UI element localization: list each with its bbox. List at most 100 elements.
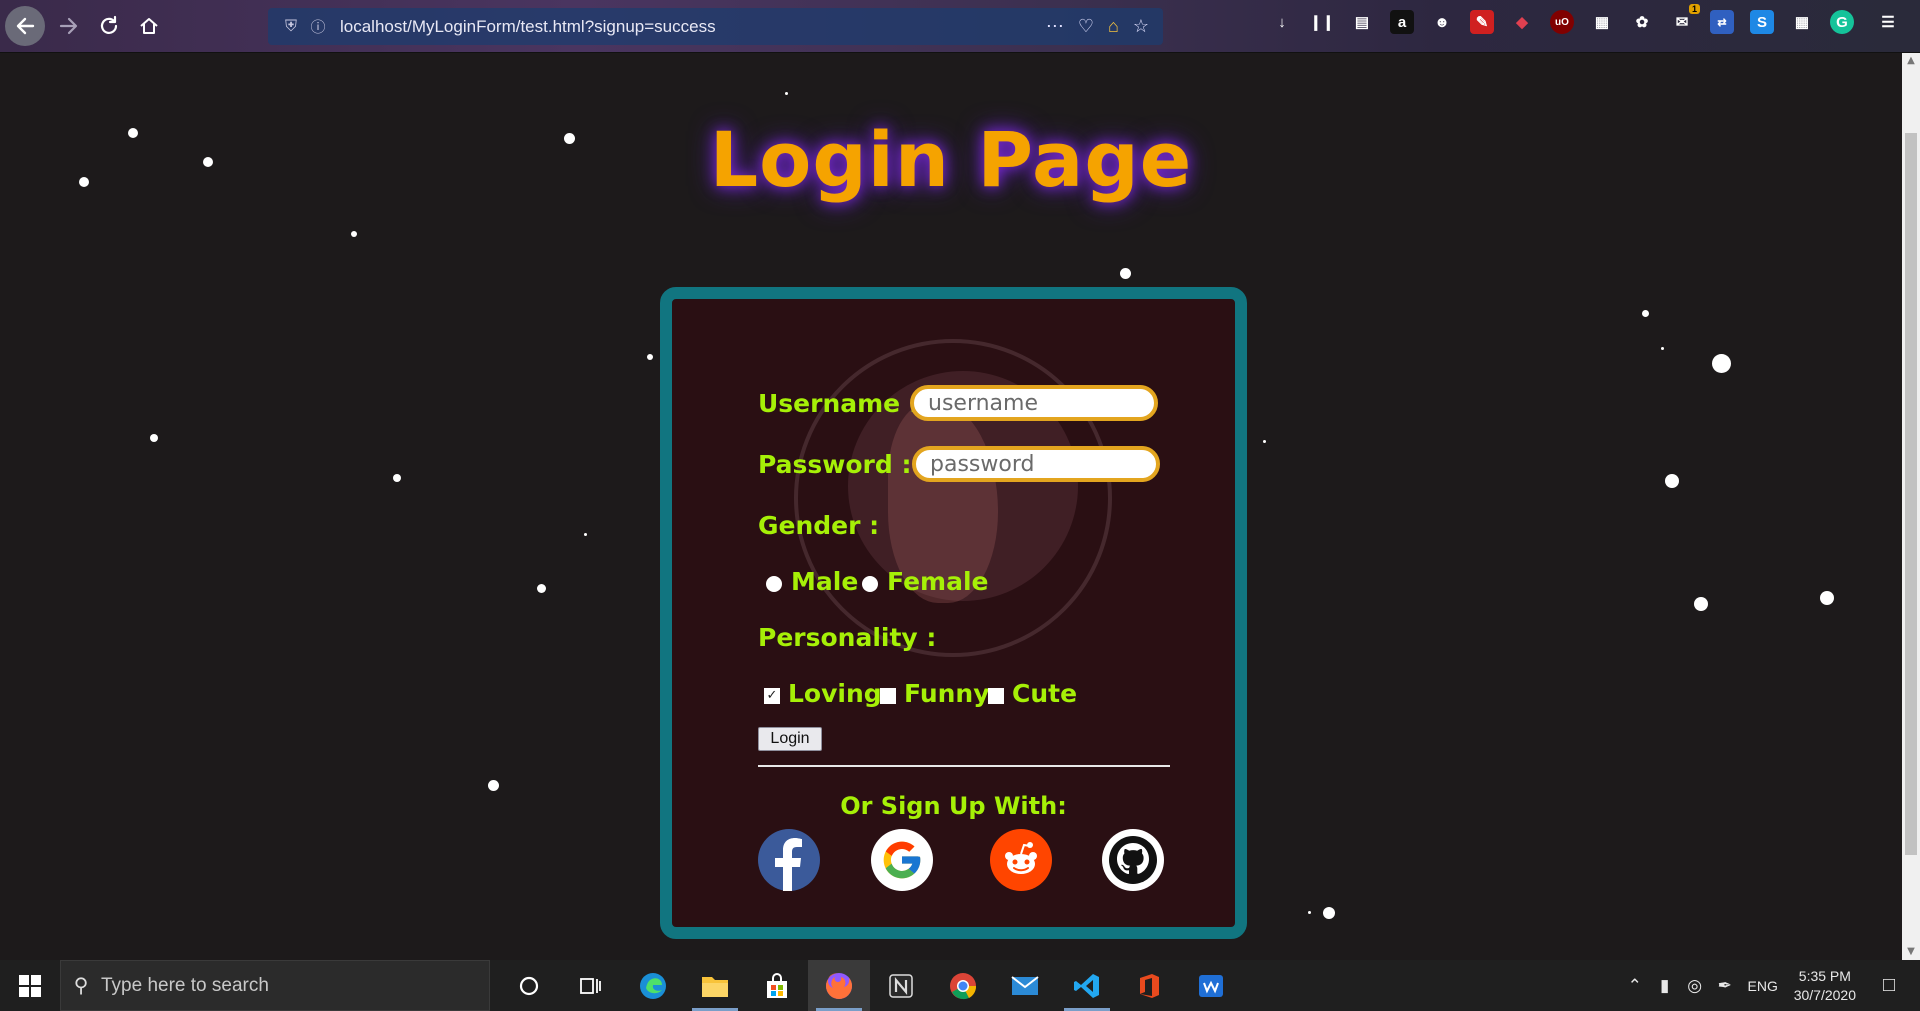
show-hidden-icons-icon[interactable]: ⌃	[1620, 976, 1650, 996]
loving-label: Loving	[788, 679, 882, 708]
grammarly-icon[interactable]: G	[1830, 10, 1854, 34]
file-explorer-app[interactable]	[684, 960, 746, 1011]
page-title: Login Page	[709, 115, 1193, 204]
pen-icon[interactable]: ✒	[1710, 976, 1740, 996]
translate-icon[interactable]: ⇄	[1710, 10, 1734, 34]
notifications-icon[interactable]: □	[1874, 974, 1904, 997]
search-icon: ⚲	[73, 975, 89, 997]
scroll-up-icon[interactable]: ▲	[1905, 55, 1917, 67]
cortana-button[interactable]	[498, 960, 560, 1011]
gnome-icon[interactable]: ✿	[1630, 10, 1654, 34]
url-text[interactable]: localhost/MyLoginForm/test.html?signup=s…	[340, 17, 716, 37]
login-button[interactable]: Login	[758, 727, 822, 751]
star	[1323, 907, 1335, 919]
female-radio[interactable]	[862, 576, 878, 592]
mail-app[interactable]	[994, 960, 1056, 1011]
star	[785, 92, 788, 95]
ublock-icon[interactable]: uO	[1550, 10, 1574, 34]
whiteboard-app[interactable]	[1180, 960, 1242, 1011]
home-button[interactable]	[129, 6, 169, 46]
home-extension-icon[interactable]: ⌂	[1108, 16, 1119, 37]
battery-icon[interactable]: ▮	[1650, 976, 1680, 996]
whiteboard-icon	[1199, 974, 1223, 997]
sidebar-icon[interactable]: ▤	[1350, 10, 1374, 34]
info-icon[interactable]: ⓘ	[306, 16, 330, 37]
star	[1661, 347, 1664, 350]
more-icon[interactable]: ⋯	[1046, 16, 1064, 37]
pocket-icon[interactable]: ♡	[1078, 16, 1094, 37]
library-icon[interactable]: ❙❙	[1309, 10, 1334, 34]
url-bar[interactable]: ⛨ ⓘ localhost/MyLoginForm/test.html?sign…	[268, 8, 1163, 45]
clock[interactable]: 5:35 PM 30/7/2020	[1794, 967, 1856, 1005]
notion-app[interactable]	[870, 960, 932, 1011]
back-button[interactable]	[5, 6, 45, 46]
cortana-icon	[519, 976, 539, 995]
facebook-icon[interactable]	[758, 829, 820, 891]
apps-grid-icon[interactable]: ▦	[1790, 10, 1814, 34]
or-sign-up-heading: Or Sign Up With:	[840, 792, 1067, 820]
scroll-thumb[interactable]	[1905, 133, 1917, 855]
amazon-icon[interactable]: a	[1390, 10, 1414, 34]
eraser-icon[interactable]: ◆	[1510, 10, 1534, 34]
office-app[interactable]	[1118, 960, 1180, 1011]
mail-icon	[1011, 975, 1039, 995]
star	[1694, 597, 1708, 611]
reload-button[interactable]	[89, 6, 129, 46]
reddit-icon[interactable]	[990, 829, 1052, 891]
chrome-app[interactable]	[932, 960, 994, 1011]
star	[647, 354, 653, 360]
star	[584, 533, 587, 536]
google-icon[interactable]	[871, 829, 933, 891]
star	[150, 434, 158, 442]
cute-checkbox[interactable]	[988, 688, 1004, 704]
shield-icon[interactable]: ⛨	[276, 18, 306, 36]
arrow-right-icon	[59, 17, 78, 35]
skype-icon[interactable]: S	[1750, 10, 1774, 34]
star	[537, 584, 546, 593]
star	[488, 780, 499, 791]
microsoft-store-app[interactable]	[746, 960, 808, 1011]
notification-badge: 1	[1688, 4, 1700, 14]
system-tray: ⌃ ▮ ◎ ✒ ENG 5:35 PM 30/7/2020 □	[1620, 960, 1920, 1011]
page-viewport: Login Page Username : Password : Gender …	[0, 53, 1902, 960]
login-card: Username : Password : Gender : Male Fema…	[660, 287, 1247, 939]
cute-label: Cute	[1012, 679, 1078, 708]
username-input[interactable]	[910, 385, 1158, 421]
network-globe-icon[interactable]: ◎	[1680, 976, 1710, 996]
bookmark-star-icon[interactable]: ☆	[1133, 16, 1149, 37]
vscode-app[interactable]	[1056, 960, 1118, 1011]
notification-extension-icon[interactable]: ✉ 1	[1670, 4, 1700, 34]
clock-date: 30/7/2020	[1793, 986, 1856, 1003]
start-button[interactable]	[0, 960, 60, 1011]
loving-checkbox[interactable]: ✓	[764, 688, 780, 704]
username-label: Username :	[758, 389, 919, 418]
firefox-app[interactable]	[808, 960, 870, 1011]
edge-app[interactable]	[622, 960, 684, 1011]
funny-checkbox[interactable]	[880, 688, 896, 704]
task-view-icon	[580, 977, 601, 994]
clock-time: 5:35 PM	[1798, 967, 1851, 984]
scroll-down-icon[interactable]: ▼	[1905, 946, 1917, 958]
vertical-scrollbar[interactable]: ▲ ▼	[1902, 53, 1920, 960]
github-icon[interactable]	[1102, 829, 1164, 891]
gender-label: Gender :	[758, 511, 880, 540]
star	[1308, 911, 1311, 914]
firefox-icon	[826, 972, 852, 999]
arrow-left-icon	[16, 17, 35, 35]
male-label: Male	[791, 567, 859, 596]
store-bag-icon	[767, 972, 787, 998]
star	[1263, 440, 1266, 443]
language-indicator[interactable]: ENG	[1740, 978, 1786, 994]
color-picker-icon[interactable]: ✎	[1470, 10, 1494, 34]
grid-extension-icon[interactable]: ▦	[1590, 10, 1614, 34]
extension-icons: ↓ ❙❙ ▤ a ☻ ✎ ◆ uO ▦ ✿ ✉ 1 ⇄ S ▦ G ☰	[1270, 4, 1900, 34]
forward-button[interactable]	[49, 6, 89, 46]
male-radio[interactable]	[766, 576, 782, 592]
taskbar-search-box[interactable]: ⚲ Type here to search	[60, 960, 490, 1011]
download-icon[interactable]: ↓	[1270, 10, 1294, 34]
task-view-button[interactable]	[560, 960, 622, 1011]
menu-icon[interactable]: ☰	[1876, 10, 1900, 34]
account-icon[interactable]: ☻	[1430, 10, 1454, 34]
notion-icon	[889, 973, 913, 998]
password-input[interactable]	[912, 446, 1160, 482]
